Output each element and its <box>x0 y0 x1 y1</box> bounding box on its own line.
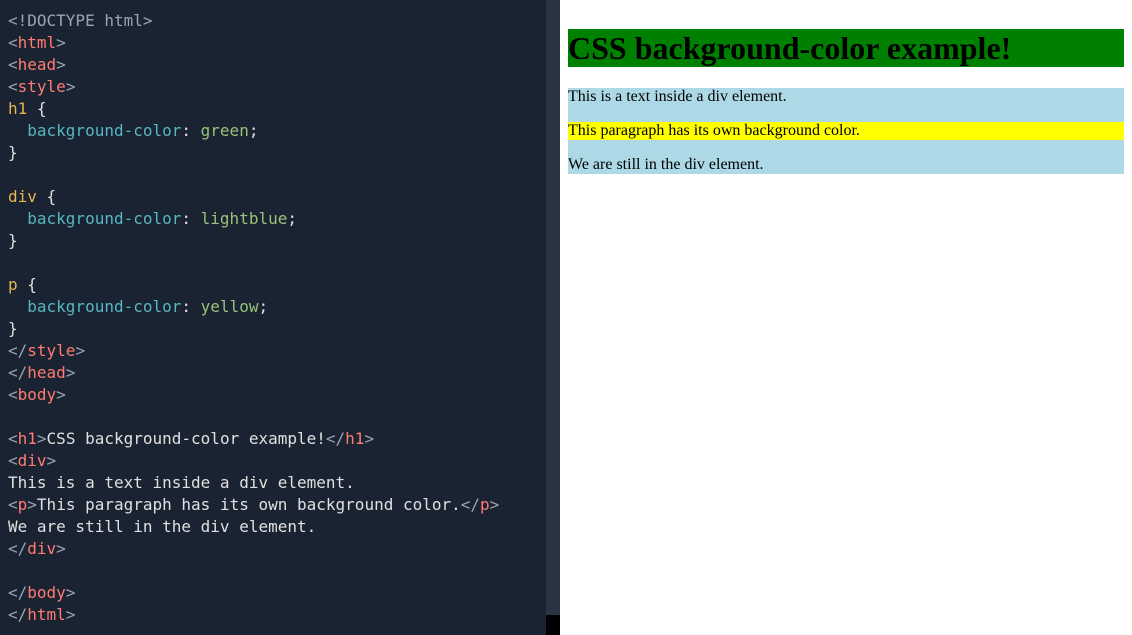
code-line: <h1>CSS background-color example!</h1> <box>8 428 552 450</box>
scrollbar-track[interactable] <box>546 0 560 635</box>
preview-div-text: We are still in the div element. <box>568 156 764 173</box>
code-line: div { <box>8 186 552 208</box>
code-line: </div> <box>8 538 552 560</box>
code-line: h1 { <box>8 98 552 120</box>
code-line: We are still in the div element. <box>8 516 552 538</box>
code-line: This is a text inside a div element. <box>8 472 552 494</box>
code-line <box>8 560 552 582</box>
code-line: </head> <box>8 362 552 384</box>
code-line: </body> <box>8 582 552 604</box>
preview-heading: CSS background-color example! <box>568 29 1124 67</box>
code-line: </html> <box>8 604 552 626</box>
code-editor-pane[interactable]: <!DOCTYPE html> <html> <head> <style> h1… <box>0 0 560 635</box>
code-line: background-color: lightblue; <box>8 208 552 230</box>
preview-paragraph: This paragraph has its own background co… <box>568 122 1124 140</box>
code-line: } <box>8 230 552 252</box>
code-line: } <box>8 142 552 164</box>
code-line: <head> <box>8 54 552 76</box>
code-line: <style> <box>8 76 552 98</box>
preview-div-block: This is a text inside a div element. Thi… <box>568 88 1124 174</box>
code-line: <div> <box>8 450 552 472</box>
code-line: background-color: yellow; <box>8 296 552 318</box>
code-line: <!DOCTYPE html> <box>8 10 552 32</box>
code-line <box>8 164 552 186</box>
code-line: <body> <box>8 384 552 406</box>
code-line: p { <box>8 274 552 296</box>
code-line: <html> <box>8 32 552 54</box>
code-line <box>8 406 552 428</box>
scrollbar-thumb[interactable] <box>546 615 560 635</box>
code-line <box>8 252 552 274</box>
preview-div-text: This is a text inside a div element. <box>568 88 787 105</box>
code-line: </style> <box>8 340 552 362</box>
preview-pane: CSS background-color example! This is a … <box>560 0 1132 635</box>
code-line: background-color: green; <box>8 120 552 142</box>
code-line: <p>This paragraph has its own background… <box>8 494 552 516</box>
code-line: } <box>8 318 552 340</box>
